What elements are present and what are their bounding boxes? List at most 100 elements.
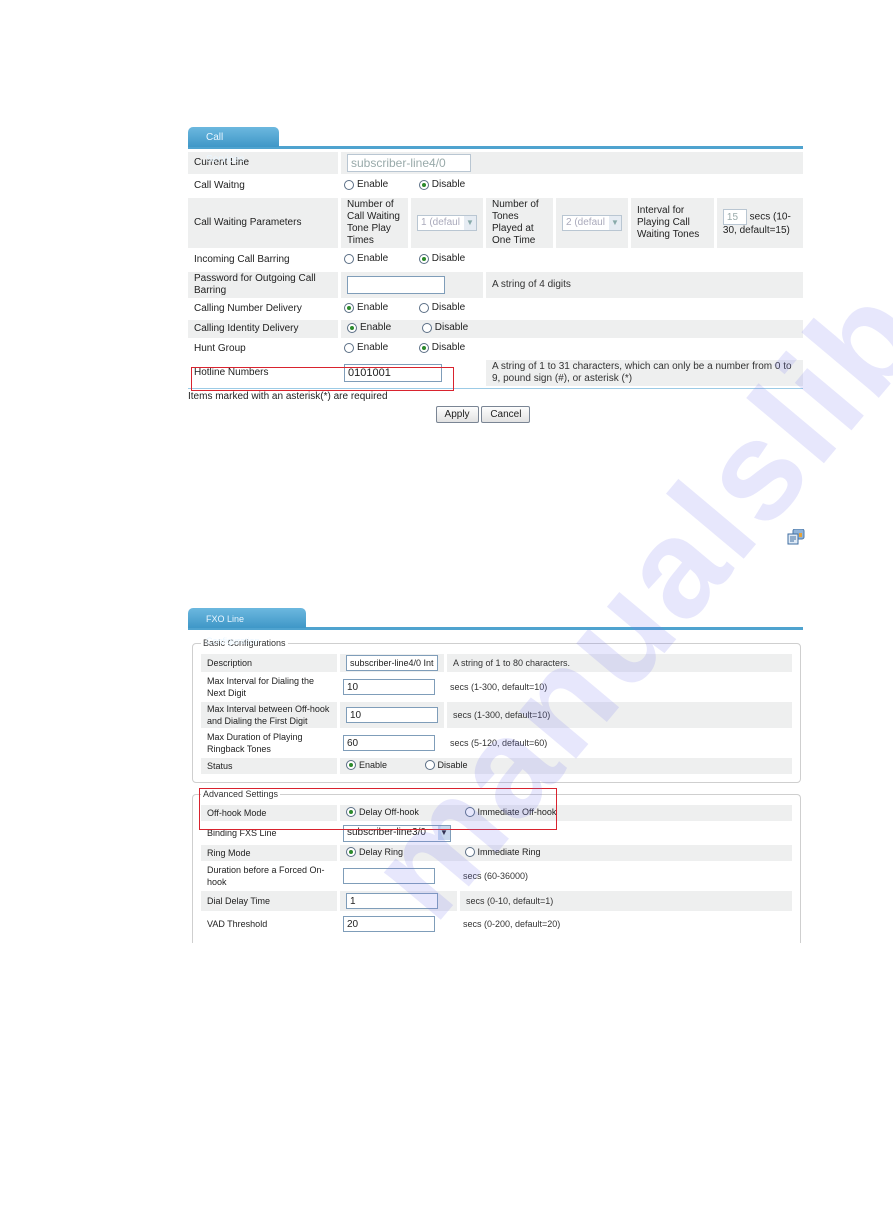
radio-selected-icon [346,760,356,770]
row-vad-threshold: VAD Threshold secs (0-200, default=20) [201,913,792,935]
radio-label: Enable [357,301,389,313]
hotline-numbers-hint: A string of 1 to 31 characters, which ca… [483,360,803,386]
radio-selected-icon [418,179,429,190]
outgoing-password-hint: A string of 4 digits [483,272,803,298]
tones-played-select[interactable]: 2 (defaul ▼ [562,215,622,231]
vad-threshold-hint: secs (0-200, default=20) [463,919,561,929]
basic-configurations-form: Description A string of 1 to 80 characte… [201,652,792,776]
row-call-waiting: Call Waitng Enable Disable [188,176,803,196]
row-ring-mode: Ring Mode Delay Ring Immediate Ring [201,845,792,861]
row-incoming-call-barring: Incoming Call Barring Enable Disable [188,250,803,270]
max-interval-next-label: Max Interval for Dialing the Next Digit [207,676,315,698]
radio-selected-icon [346,847,356,857]
max-interval-next-field[interactable] [343,679,435,695]
row-max-interval-next: Max Interval for Dialing the Next Digit … [201,674,792,700]
current-line-field[interactable] [347,154,471,172]
max-duration-ringback-hint: secs (5-120, default=60) [450,738,548,748]
row-calling-identity-delivery: Calling Identity Delivery Enable Disable [188,320,803,338]
forced-on-hook-field[interactable] [343,868,435,884]
row-outgoing-password: Password for Outgoing Call Barring A str… [188,272,803,298]
immediate-off-hook-radio[interactable]: Immediate Off-hook [464,806,557,818]
radio-label: Disable [437,760,468,770]
vad-threshold-field[interactable] [343,916,435,932]
select-value: subscriber-line3/0 [347,827,426,838]
cancel-button[interactable]: Cancel [481,406,531,423]
configuration-icon[interactable] [787,528,805,545]
chevron-down-icon: ▼ [464,216,476,230]
radio-label: Disable [431,341,466,353]
advanced-settings-form: Off-hook Mode Delay Off-hook Immediate O… [201,803,792,937]
max-interval-next-hint: secs (1-300, default=10) [450,682,548,692]
hotline-numbers-field[interactable] [344,364,442,382]
advanced-settings-group: Advanced Settings Off-hook Mode Delay Of… [192,789,801,943]
calling-identity-disable-radio[interactable]: Disable [421,321,469,334]
call-waiting-label: Call Waitng [194,180,245,191]
binding-fxs-line-label: Binding FXS Line [207,828,277,838]
radio-label: Immediate Ring [477,847,541,857]
radio-icon [421,322,432,333]
tone-play-times-label: Number of Call Waiting Tone Play Times [338,198,408,248]
max-duration-ringback-label: Max Duration of Playing Ringback Tones [207,732,303,754]
max-interval-first-field[interactable] [346,707,438,723]
interval-field[interactable] [722,209,747,225]
max-duration-ringback-field[interactable] [343,735,435,751]
divider [188,388,803,389]
radio-selected-icon [418,342,429,353]
outgoing-password-label: Password for Outgoing Call Barring [188,272,338,298]
vad-threshold-label: VAD Threshold [207,919,268,929]
status-disable-radio[interactable]: Disable [424,759,468,771]
radio-icon [464,807,475,817]
radio-icon [344,179,354,190]
radio-icon [344,253,354,264]
dial-delay-field[interactable] [346,893,438,909]
tone-play-times-select[interactable]: 1 (defaul ▼ [417,215,477,231]
radio-selected-icon [344,302,354,313]
radio-label: Enable [357,178,389,190]
tab-call-services[interactable]: Call Services [188,127,279,165]
advanced-settings-legend: Advanced Settings [203,789,279,799]
incoming-barring-disable-radio[interactable]: Disable [418,252,466,265]
hunt-group-disable-radio[interactable]: Disable [418,341,466,354]
required-note: Items marked with an asterisk(*) are req… [188,391,388,402]
call-services-panel: Call Services Current Line Call Waitng E… [188,124,803,423]
hotline-numbers-label: Hotline Numbers [188,360,338,386]
apply-button[interactable]: Apply [435,406,479,423]
interval-label: Interval for Playing Call Waiting Tones [628,198,714,248]
radio-icon [424,760,435,770]
radio-label: Enable [359,760,388,770]
radio-selected-icon [346,807,356,817]
row-max-duration-ringback: Max Duration of Playing Ringback Tones s… [201,730,792,756]
calling-identity-enable-radio[interactable]: Enable [347,322,419,334]
radio-label: Disable [434,321,469,333]
binding-fxs-line-select[interactable]: subscriber-line3/0 ▼ [343,824,451,842]
call-waiting-disable-radio[interactable]: Disable [418,179,465,191]
row-description: Description A string of 1 to 80 characte… [201,654,792,672]
forced-on-hook-label: Duration before a Forced On-hook [207,865,325,887]
row-max-interval-first: Max Interval between Off-hook and Dialin… [201,702,792,728]
row-dial-delay: Dial Delay Time secs (0-10, default=1) [201,891,792,911]
delay-off-hook-radio[interactable]: Delay Off-hook [346,806,462,818]
incoming-barring-enable-radio[interactable]: Enable [344,253,416,265]
radio-icon [418,302,429,313]
call-waiting-params-label: Call Waiting Parameters [188,198,338,248]
calling-number-enable-radio[interactable]: Enable [344,302,416,314]
chevron-down-icon: ▼ [438,826,450,840]
outgoing-password-field[interactable] [347,276,445,294]
radio-icon [464,847,475,857]
radio-label: Immediate Off-hook [477,807,557,817]
row-current-line: Current Line [188,152,803,174]
immediate-ring-radio[interactable]: Immediate Ring [464,846,541,858]
row-call-waiting-parameters: Call Waiting Parameters Number of Call W… [188,198,803,248]
call-waiting-enable-radio[interactable]: Enable [344,179,416,191]
incoming-call-barring-label: Incoming Call Barring [194,254,290,265]
off-hook-mode-label: Off-hook Mode [201,805,337,821]
hunt-group-enable-radio[interactable]: Enable [344,342,416,354]
chevron-down-icon: ▼ [609,216,621,230]
tab-fxo-line-configuration[interactable]: FXO Line Configuration [188,608,306,646]
calling-number-disable-radio[interactable]: Disable [418,302,465,314]
status-enable-radio[interactable]: Enable [346,759,422,771]
description-field[interactable] [346,655,438,671]
radio-label: Disable [431,252,466,264]
calling-number-delivery-label: Calling Number Delivery [194,303,302,314]
delay-ring-radio[interactable]: Delay Ring [346,846,462,858]
